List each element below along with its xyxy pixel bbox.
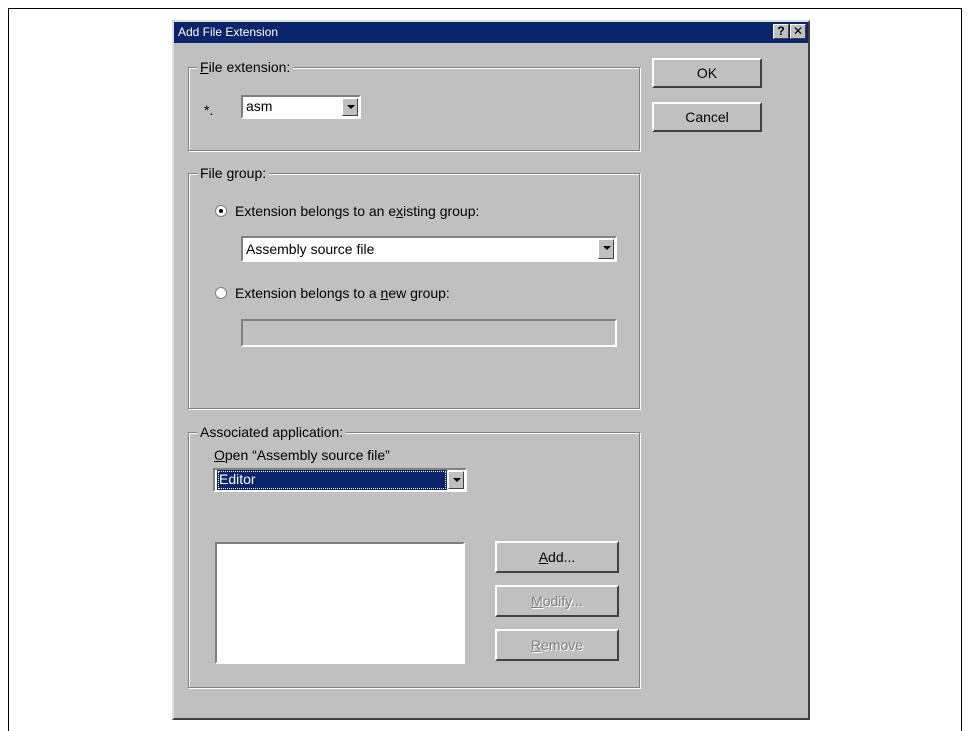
existing-group-radio[interactable] (215, 205, 227, 217)
file-group-group: File group: Extension belongs to an exis… (188, 165, 640, 409)
cancel-button[interactable]: Cancel (652, 102, 762, 132)
application-combo[interactable]: Editor (213, 468, 467, 492)
associated-application-group: Associated application: Open “Assembly s… (188, 424, 640, 688)
open-with-label: Open “Assembly source file” (214, 447, 390, 463)
extension-value: asm (246, 98, 273, 114)
selected-application: Editor (217, 470, 447, 490)
modify-button[interactable]: Modify... (495, 585, 619, 617)
extension-prefix: *. (204, 102, 214, 118)
file-group-label: File group: (197, 165, 270, 181)
chevron-down-icon[interactable] (342, 98, 358, 116)
file-extension-group: File extension: *. asm (188, 59, 640, 151)
existing-group-value: Assembly source file (246, 241, 375, 257)
new-group-label[interactable]: Extension belongs to a new group: (235, 285, 450, 301)
new-group-radio[interactable] (215, 287, 227, 299)
existing-group-label[interactable]: Extension belongs to an existing group: (235, 203, 479, 219)
chevron-down-icon[interactable] (598, 239, 614, 259)
title-bar: Add File Extension ? ✕ (174, 22, 808, 43)
new-group-field[interactable] (241, 319, 617, 347)
remove-button[interactable]: Remove (495, 629, 619, 661)
chevron-down-icon[interactable] (448, 471, 464, 489)
ok-button[interactable]: OK (652, 58, 762, 88)
dialog-title: Add File Extension (178, 25, 279, 39)
file-extension-group-label: File extension: (197, 59, 294, 75)
add-button[interactable]: Add... (495, 541, 619, 573)
application-list[interactable] (215, 542, 465, 664)
associated-application-label: Associated application: (197, 424, 347, 440)
existing-group-combo[interactable]: Assembly source file (241, 236, 617, 262)
help-button[interactable]: ? (773, 24, 789, 39)
add-file-extension-dialog: Add File Extension ? ✕ OK Cancel File ex… (172, 20, 810, 720)
extension-combo[interactable]: asm (241, 95, 361, 119)
close-button[interactable]: ✕ (790, 24, 806, 39)
